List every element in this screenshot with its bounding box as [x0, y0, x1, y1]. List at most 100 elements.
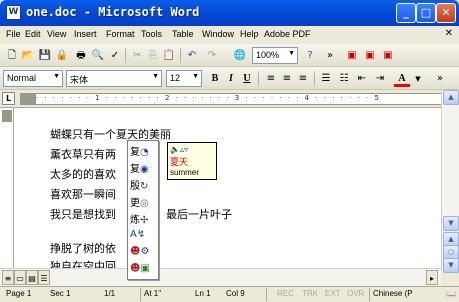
- document-page[interactable]: 蝴蝶只有一个夏天的美丽 薰衣草只有两 太多的的喜欢 喜欢那一瞬间 我只是想找到 …: [14, 108, 441, 268]
- menu-adobe-pdf[interactable]: Adobe PDF: [264, 29, 311, 39]
- user-icon: ☻: [130, 263, 141, 274]
- doc-line: 薰衣草只有两: [50, 148, 116, 161]
- decrease-indent-icon[interactable]: ⇤: [354, 71, 370, 87]
- popup-char: 复: [130, 147, 140, 158]
- title-bar: W one.doc - Microsoft Word _ □ ✕: [0, 0, 459, 26]
- print-icon[interactable]: 🖶: [73, 48, 89, 64]
- web-layout-icon[interactable]: ▭: [14, 270, 26, 285]
- status-rec[interactable]: REC: [277, 289, 294, 298]
- menu-tools[interactable]: Tools: [141, 29, 162, 39]
- font-color-button[interactable]: A: [394, 71, 410, 87]
- font-size-combo[interactable]: 12 ▼: [166, 70, 202, 87]
- align-center-icon[interactable]: ≡: [279, 71, 295, 87]
- align-left-icon[interactable]: ≡: [263, 71, 279, 87]
- divider: [266, 288, 267, 301]
- close-button[interactable]: ✕: [436, 3, 456, 23]
- open-icon[interactable]: 📂: [20, 48, 36, 64]
- pdf-review-icon[interactable]: ▣: [380, 48, 396, 64]
- popup-char: 复: [130, 164, 140, 175]
- translation-popup: 复◔ 复◉ 殷↻ 更◎ 炼✢ A↯ ☻⚙ ☻▣: [127, 140, 159, 280]
- separator: [180, 48, 181, 63]
- zoom-combo[interactable]: 100% ▼: [252, 47, 298, 64]
- hyperlink-icon[interactable]: 🌐: [232, 48, 248, 64]
- popup-item[interactable]: 殷↻: [130, 177, 158, 192]
- spelling-icon[interactable]: ✓: [107, 48, 123, 64]
- window-title: one.doc - Microsoft Word: [26, 5, 200, 19]
- scroll-up-icon[interactable]: ▲: [443, 90, 459, 105]
- tooltip-english: summer: [170, 168, 199, 177]
- next-page-icon[interactable]: ▼: [443, 258, 459, 273]
- pdf-email-icon[interactable]: ▣: [362, 48, 378, 64]
- underline-button[interactable]: U: [239, 71, 255, 87]
- horizontal-scrollbar[interactable]: ≡ ▭ ▤ ☰ ▸: [0, 268, 441, 286]
- tab-selector-icon[interactable]: L: [2, 92, 15, 105]
- font-color-dropdown-icon[interactable]: ▼: [410, 71, 426, 87]
- menu-view[interactable]: View: [47, 29, 66, 39]
- numbering-icon[interactable]: ☰: [318, 71, 334, 87]
- permission-icon[interactable]: 🔒: [54, 48, 70, 64]
- outline-view-icon[interactable]: ☰: [38, 270, 50, 285]
- menu-insert[interactable]: Insert: [74, 29, 97, 39]
- tooltip-chinese: 夏天: [170, 158, 189, 168]
- speaker-icon: ◔: [140, 147, 149, 158]
- more-icon[interactable]: »: [322, 48, 338, 64]
- save-icon[interactable]: 💾: [37, 48, 53, 64]
- new-icon[interactable]: 🗋: [4, 48, 20, 64]
- maximize-button[interactable]: □: [416, 3, 436, 23]
- italic-button[interactable]: I: [223, 71, 239, 87]
- spelling-status-icon[interactable]: 📖: [446, 289, 456, 298]
- popup-item[interactable]: 复◉: [130, 160, 158, 175]
- undo-icon[interactable]: ↶: [184, 48, 200, 64]
- status-ext[interactable]: EXT: [325, 289, 341, 298]
- menu-edit[interactable]: Edit: [25, 29, 41, 39]
- horizontal-ruler[interactable]: L · · · · · · · 1 · · · · · · · 2 · · · …: [0, 90, 459, 108]
- popup-item[interactable]: ☻⚙: [130, 246, 158, 261]
- font-size-value: 12: [170, 73, 181, 83]
- menu-help[interactable]: Help: [240, 29, 259, 39]
- menu-file[interactable]: File: [6, 29, 21, 39]
- scroll-down-icon[interactable]: ▼: [443, 216, 459, 231]
- status-language[interactable]: Chinese (P: [373, 289, 413, 298]
- status-ovr[interactable]: OVR: [347, 289, 364, 298]
- more-icon[interactable]: »: [432, 71, 448, 87]
- pdf-icon[interactable]: ▣: [344, 48, 360, 64]
- vertical-ruler[interactable]: [0, 108, 14, 268]
- popup-item[interactable]: A↯: [130, 229, 158, 244]
- popup-item[interactable]: ☻▣: [130, 263, 158, 278]
- print-layout-icon[interactable]: ▤: [26, 270, 38, 285]
- minimize-button[interactable]: _: [396, 3, 416, 23]
- style-combo[interactable]: Normal ▼: [3, 70, 63, 87]
- vertical-scrollbar[interactable]: ▲ ▼ ▲ ○ ▼: [441, 90, 459, 273]
- menu-table[interactable]: Table: [172, 29, 194, 39]
- triangle-down-icon[interactable]: ▿: [184, 145, 188, 154]
- speaker-icon[interactable]: 🔈: [170, 145, 180, 154]
- globe-icon: ◉: [140, 164, 149, 175]
- ruler-scale: · · · · · · · 1 · · · · · · · 2 · · · · …: [35, 93, 443, 105]
- menu-window[interactable]: Window: [202, 29, 234, 39]
- normal-view-icon[interactable]: ≡: [2, 270, 14, 285]
- copy-icon[interactable]: ⎘: [145, 48, 161, 64]
- help-icon[interactable]: ?: [302, 48, 318, 64]
- popup-item[interactable]: 复◔: [130, 143, 158, 158]
- scroll-right-icon[interactable]: ▸: [426, 270, 438, 285]
- print-preview-icon[interactable]: 🔍: [90, 48, 106, 64]
- status-column: Col 9: [226, 289, 245, 298]
- bold-button[interactable]: B: [207, 71, 223, 87]
- popup-item[interactable]: 炼✢: [130, 211, 158, 226]
- cut-icon[interactable]: ✂: [129, 48, 145, 64]
- doc-close-icon[interactable]: ✕: [445, 28, 453, 39]
- paste-icon[interactable]: 📋: [161, 48, 177, 64]
- align-right-icon[interactable]: ≡: [295, 71, 311, 87]
- status-section: Sec 1: [50, 289, 71, 298]
- bullets-icon[interactable]: ☷: [336, 71, 352, 87]
- status-trk[interactable]: TRK: [302, 289, 318, 298]
- redo-icon[interactable]: ↷: [204, 48, 220, 64]
- popup-item[interactable]: 更◎: [130, 194, 158, 209]
- increase-indent-icon[interactable]: ⇥: [372, 71, 388, 87]
- menu-format[interactable]: Format: [106, 29, 135, 39]
- word-doc-icon[interactable]: W: [6, 5, 21, 20]
- tooltip-toolbar: 🔈▵▿: [170, 145, 214, 154]
- person-icon: ☻: [130, 246, 141, 257]
- font-combo[interactable]: 宋体 ▼: [66, 70, 162, 87]
- status-bar: Page 1 Sec 1 1/1 At 1" Ln 1 Col 9 REC TR…: [0, 286, 459, 302]
